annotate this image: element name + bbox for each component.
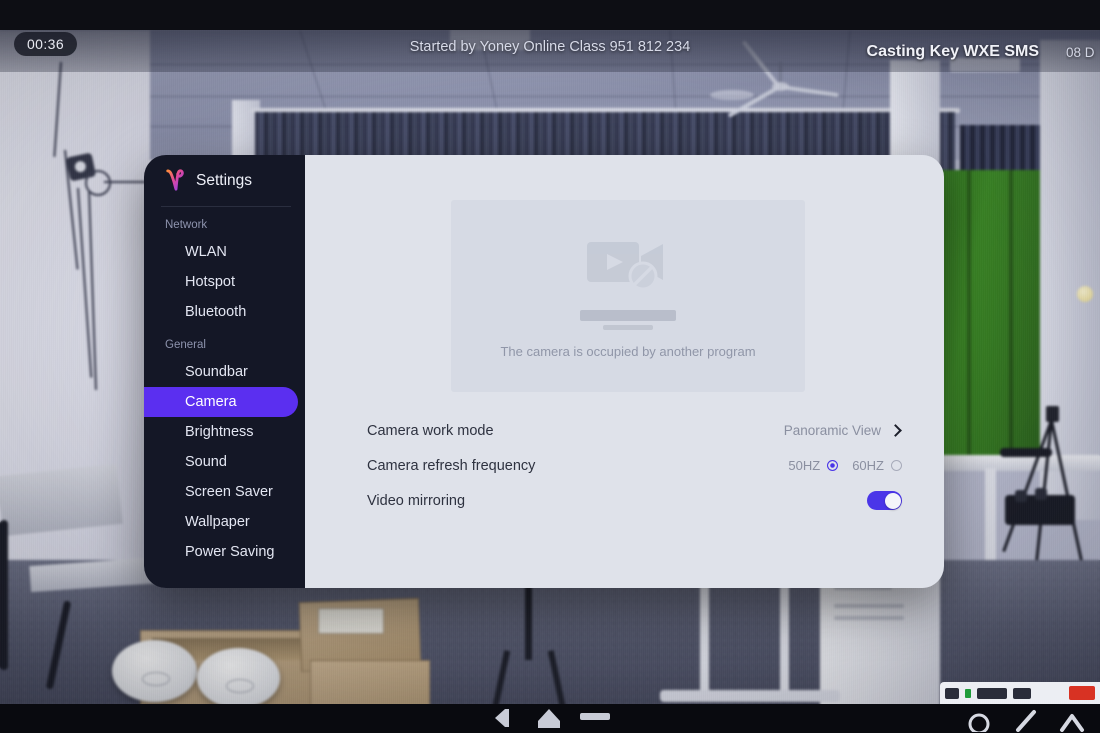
- wall-lamp: [1077, 286, 1093, 302]
- sidebar-item-bluetooth[interactable]: Bluetooth: [163, 297, 298, 327]
- ceiling-fan-pole: [779, 62, 782, 84]
- sidebar-item-hotspot[interactable]: Hotspot: [163, 267, 298, 297]
- placeholder-bar-secondary: [603, 324, 653, 330]
- sidebar-group-general: General: [165, 339, 206, 351]
- sidebar-item-soundbar[interactable]: Soundbar: [163, 357, 298, 387]
- wall-mount-arm: [104, 181, 146, 183]
- back-icon[interactable]: [489, 707, 513, 729]
- casting-key-label: Casting Key WXE SMS: [866, 43, 1039, 60]
- sidebar-item-wallpaper[interactable]: Wallpaper: [163, 507, 298, 537]
- row-value-work-mode: Panoramic View: [783, 423, 881, 438]
- taskbar-record-indicator[interactable]: [1069, 686, 1095, 700]
- sidebar-item-screen-saver[interactable]: Screen Saver: [163, 477, 298, 507]
- circle-icon[interactable]: [966, 706, 992, 732]
- pen-icon[interactable]: [1014, 706, 1040, 732]
- settings-dialog: Settings Network WLAN Hotspot Bluetooth …: [144, 155, 944, 588]
- recents-icon[interactable]: [580, 713, 610, 723]
- radio-label-50hz: 50HZ: [788, 458, 821, 473]
- radio-button-60hz[interactable]: [891, 460, 902, 471]
- wifi-access-point-disc: [112, 640, 197, 702]
- taskbar-item[interactable]: [1013, 687, 1031, 699]
- taskbar-item[interactable]: [945, 687, 959, 699]
- radio-button-50hz[interactable]: [827, 460, 839, 471]
- sidebar-item-brightness[interactable]: Brightness: [163, 417, 298, 447]
- sidebar-item-sound[interactable]: Sound: [163, 447, 298, 477]
- sidebar-item-power-saving[interactable]: Power Saving: [163, 537, 298, 567]
- taskbar-strip: [940, 682, 1100, 704]
- radio-label-60hz: 60HZ: [852, 458, 884, 473]
- settings-brand: Settings: [144, 155, 305, 206]
- casting-date-label: 08 D: [1066, 45, 1095, 60]
- placeholder-bar-primary: [580, 309, 676, 321]
- camera-settings-rows: Camera work mode Panoramic View Camera r…: [367, 413, 902, 518]
- chevron-right-icon: [889, 424, 902, 437]
- radio-option-60hz[interactable]: 60HZ: [852, 458, 902, 473]
- taskbar-status-indicator: [965, 688, 971, 698]
- camera-occupied-message: The camera is occupied by another progra…: [500, 343, 756, 359]
- settings-title: Settings: [196, 171, 253, 189]
- android-navigation-bar: [0, 704, 1100, 733]
- row-camera-refresh-frequency: Camera refresh frequency 50HZ 60HZ: [367, 448, 902, 483]
- chevron-up-icon[interactable]: [1058, 706, 1086, 732]
- sidebar-item-camera[interactable]: Camera: [144, 387, 298, 417]
- desk-surface: [925, 455, 1100, 471]
- sidebar-item-wlan[interactable]: WLAN: [163, 237, 298, 267]
- row-label-refresh-frequency: Camera refresh frequency: [367, 457, 536, 474]
- display-top-bezel: [0, 0, 1100, 30]
- video-mirroring-toggle[interactable]: [867, 491, 902, 510]
- row-video-mirroring: Video mirroring: [367, 483, 902, 518]
- yealink-logo-icon: [166, 169, 184, 191]
- row-camera-work-mode[interactable]: Camera work mode Panoramic View: [367, 413, 902, 448]
- row-label-work-mode: Camera work mode: [367, 422, 494, 439]
- camera-preview-placeholder: The camera is occupied by another progra…: [451, 200, 805, 392]
- settings-content-camera: The camera is occupied by another progra…: [305, 155, 944, 588]
- home-icon[interactable]: [536, 707, 562, 729]
- sidebar-group-network: Network: [165, 219, 208, 231]
- row-label-video-mirroring: Video mirroring: [367, 492, 466, 509]
- settings-sidebar: Settings Network WLAN Hotspot Bluetooth …: [144, 155, 305, 588]
- wifi-access-point-disc: [197, 648, 280, 708]
- wall-mount-ring: [85, 170, 111, 196]
- taskbar-item[interactable]: [977, 687, 1007, 699]
- tv-display-photo: 00:36 Started by Yoney Online Class 951 …: [0, 0, 1100, 733]
- radio-option-50hz[interactable]: 50HZ: [788, 458, 839, 473]
- camera-disabled-icon: [587, 241, 663, 290]
- toggle-knob: [884, 492, 901, 509]
